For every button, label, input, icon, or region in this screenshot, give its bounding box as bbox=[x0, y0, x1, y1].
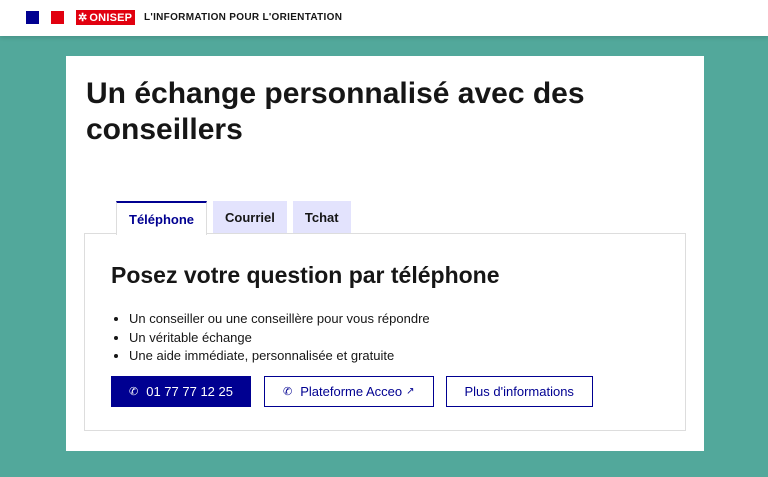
tab-tchat[interactable]: Tchat bbox=[292, 201, 351, 234]
phone-number-label: 01 77 77 12 25 bbox=[146, 384, 233, 399]
action-buttons: ✆ 01 77 77 12 25 ✆ Plateforme Acceo ↗ Pl… bbox=[111, 376, 593, 407]
more-info-button[interactable]: Plus d'informations bbox=[445, 376, 593, 407]
flag-white-band bbox=[38, 11, 52, 24]
call-phone-button[interactable]: ✆ 01 77 77 12 25 bbox=[111, 376, 251, 407]
list-item: Un véritable échange bbox=[129, 329, 430, 348]
onisep-logo[interactable]: ✲ ONISEP bbox=[76, 10, 136, 25]
panel-title: Posez votre question par téléphone bbox=[111, 262, 500, 288]
page-title: Un échange personnalisé avec des conseil… bbox=[86, 77, 585, 146]
phone-icon: ✆ bbox=[129, 386, 139, 398]
top-header: ✲ ONISEP L'INFORMATION POUR L'ORIENTATIO… bbox=[0, 0, 768, 36]
onisep-emblem-icon: ✲ bbox=[78, 12, 88, 24]
onisep-logo-text: ONISEP bbox=[89, 11, 133, 24]
flag-blue-band bbox=[26, 11, 39, 24]
site-tagline: L'INFORMATION POUR L'ORIENTATION bbox=[144, 12, 343, 23]
external-link-icon: ↗ bbox=[406, 386, 415, 397]
tab-courriel[interactable]: Courriel bbox=[213, 201, 287, 234]
telephone-panel: Posez votre question par téléphone Un co… bbox=[84, 233, 686, 431]
contact-tabs: Téléphone Courriel Tchat bbox=[116, 201, 357, 235]
acceo-label: Plateforme Acceo bbox=[300, 384, 403, 399]
acceo-platform-button[interactable]: ✆ Plateforme Acceo ↗ bbox=[264, 376, 434, 407]
list-item: Une aide immédiate, personnalisée et gra… bbox=[129, 347, 430, 366]
more-info-label: Plus d'informations bbox=[464, 384, 574, 399]
tab-telephone[interactable]: Téléphone bbox=[116, 201, 208, 235]
flag-red-band bbox=[51, 11, 64, 24]
republique-francaise-logo[interactable] bbox=[26, 11, 64, 24]
list-item: Un conseiller ou une conseillère pour vo… bbox=[129, 310, 430, 329]
phone-icon: ✆ bbox=[283, 386, 293, 398]
features-list: Un conseiller ou une conseillère pour vo… bbox=[111, 310, 430, 366]
contact-card: Un échange personnalisé avec des conseil… bbox=[66, 56, 704, 451]
